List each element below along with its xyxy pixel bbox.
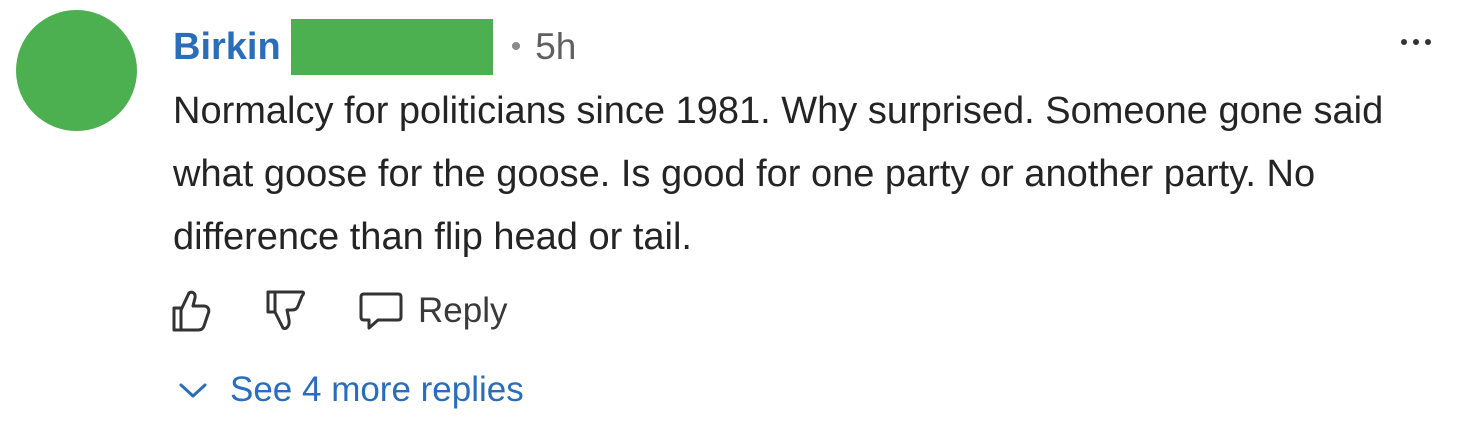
comment-text: Normalcy for politicians since 1981. Why… [173, 90, 1384, 258]
avatar[interactable] [16, 10, 137, 131]
comment-actions: Reply [170, 283, 507, 339]
reply-label: Reply [418, 291, 508, 330]
dislike-button[interactable] [264, 288, 306, 334]
author-name[interactable]: Birkin [173, 18, 281, 76]
comment-card: Birkin • 5h Normalcy for politicians sin… [0, 0, 1464, 436]
comment-header: Birkin • 5h [173, 18, 576, 76]
separator-dot: • [510, 30, 522, 63]
reply-button[interactable]: Reply [358, 290, 507, 332]
speech-bubble-icon [359, 292, 403, 330]
chevron-down-icon [179, 383, 207, 398]
thumbs-down-icon [266, 290, 305, 330]
thumbs-up-icon [172, 290, 211, 332]
more-options-button[interactable] [1396, 22, 1436, 62]
see-more-replies-label: See 4 more replies [230, 370, 524, 409]
like-button[interactable] [170, 288, 212, 334]
ellipsis-icon [1401, 39, 1431, 45]
timestamp: 5h [535, 26, 577, 67]
see-more-replies-button[interactable]: See 4 more replies [178, 362, 524, 418]
redacted-name-block [290, 19, 493, 75]
